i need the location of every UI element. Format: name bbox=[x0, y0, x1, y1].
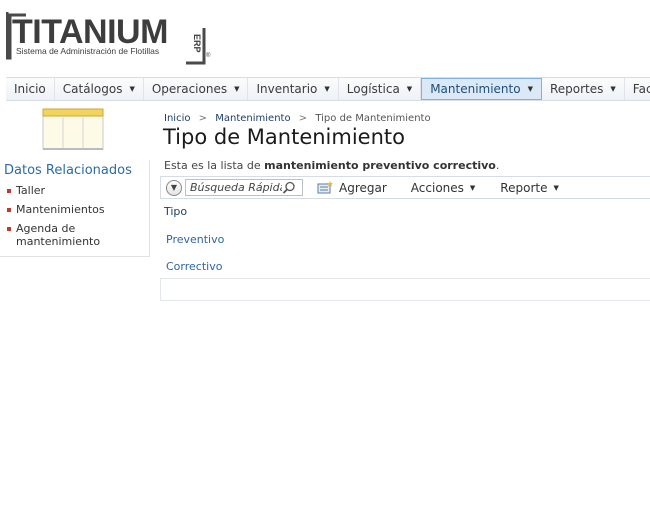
titanium-logo[interactable]: TITANIUM ERP Sistema de Administración d… bbox=[6, 8, 216, 66]
report-menu[interactable]: Reporte ▼ bbox=[500, 181, 559, 195]
table-border bbox=[160, 278, 161, 300]
related-data-panel: Datos Relacionados Taller Mantenimientos… bbox=[0, 160, 150, 257]
breadcrumb-separator: > bbox=[298, 113, 308, 124]
related-item-taller[interactable]: Taller bbox=[0, 184, 149, 197]
table-footer-line bbox=[160, 300, 650, 301]
nav-logistica[interactable]: Logística ▼ bbox=[339, 78, 422, 100]
report-label: Reporte bbox=[500, 180, 548, 195]
related-list: Taller Mantenimientos Agenda de mantenim… bbox=[0, 184, 149, 248]
description-prefix: Esta es la lista de bbox=[164, 159, 265, 172]
nav-operaciones[interactable]: Operaciones ▼ bbox=[144, 78, 249, 100]
nav-inicio[interactable]: Inicio bbox=[6, 78, 55, 100]
actions-menu[interactable]: Acciones ▼ bbox=[411, 181, 476, 195]
dropdown-arrow-icon: ▼ bbox=[553, 183, 559, 192]
nav-label: Catálogos bbox=[62, 82, 123, 96]
related-title: Datos Relacionados bbox=[4, 163, 132, 178]
breadcrumb: Inicio > Mantenimiento > Tipo de Manteni… bbox=[164, 113, 431, 124]
table-row[interactable]: Preventivo bbox=[166, 233, 224, 246]
dropdown-arrow-icon: ▼ bbox=[469, 183, 476, 192]
page-title: Tipo de Mantenimiento bbox=[163, 125, 405, 149]
add-button[interactable]: Agregar bbox=[317, 181, 387, 195]
quick-search-box bbox=[185, 179, 303, 196]
nav-mantenimiento[interactable]: Mantenimiento ▼ bbox=[421, 78, 542, 100]
nav-catalogos[interactable]: Catálogos ▼ bbox=[55, 78, 144, 100]
nav-label: Operaciones bbox=[151, 82, 228, 96]
list-icon bbox=[42, 108, 104, 150]
nav-label: Mantenimiento bbox=[430, 82, 521, 96]
column-header-tipo[interactable]: Tipo bbox=[164, 205, 187, 218]
nav-label: Reportes bbox=[549, 82, 604, 96]
description-bold: mantenimiento preventivo correctivo bbox=[264, 159, 496, 172]
breadcrumb-separator: > bbox=[198, 113, 208, 124]
table-divider bbox=[160, 278, 650, 279]
breadcrumb-section[interactable]: Mantenimiento bbox=[215, 113, 290, 124]
nav-label: Inicio bbox=[14, 82, 46, 96]
related-item-agenda[interactable]: Agenda de mantenimiento bbox=[0, 222, 100, 248]
logo-badge-text: ERP bbox=[192, 34, 202, 53]
nav-reportes[interactable]: Reportes ▼ bbox=[542, 78, 625, 100]
nav-label: Facturación bbox=[632, 82, 650, 96]
actions-label: Acciones bbox=[410, 180, 464, 195]
nav-facturacion[interactable]: Facturación bbox=[625, 78, 650, 100]
logo-tagline: Sistema de Administración de Flotillas bbox=[16, 46, 159, 56]
main-nav: Inicio Catálogos ▼ Operaciones ▼ Inventari… bbox=[6, 77, 650, 101]
quick-search-input[interactable] bbox=[186, 181, 282, 194]
add-icon bbox=[317, 181, 333, 194]
dropdown-arrow-icon: ▼ bbox=[406, 85, 413, 93]
expand-search-icon[interactable]: ▼ bbox=[166, 179, 182, 196]
search-icon[interactable] bbox=[282, 181, 296, 195]
description-suffix: . bbox=[495, 159, 500, 172]
logo-registered: ® bbox=[206, 52, 211, 59]
add-label: Agregar bbox=[339, 180, 387, 195]
dropdown-arrow-icon: ▼ bbox=[610, 85, 616, 93]
breadcrumb-current: Tipo de Mantenimiento bbox=[315, 113, 431, 124]
dropdown-arrow-icon: ▼ bbox=[234, 85, 240, 93]
page-description: Esta es la lista de mantenimiento preven… bbox=[164, 159, 499, 172]
table-row[interactable]: Correctivo bbox=[166, 260, 222, 273]
nav-label: Inventario bbox=[256, 82, 318, 96]
dropdown-arrow-icon: ▼ bbox=[129, 85, 135, 93]
dropdown-arrow-icon: ▼ bbox=[324, 85, 330, 93]
breadcrumb-home[interactable]: Inicio bbox=[164, 113, 190, 124]
nav-label: Logística bbox=[346, 82, 400, 96]
related-item-mantenimientos[interactable]: Mantenimientos bbox=[0, 203, 149, 216]
dropdown-arrow-icon: ▼ bbox=[527, 85, 533, 93]
nav-inventario[interactable]: Inventario ▼ bbox=[248, 78, 339, 100]
list-toolbar: ▼ Agregar Acciones ▼ Reporte ▼ bbox=[160, 176, 650, 199]
